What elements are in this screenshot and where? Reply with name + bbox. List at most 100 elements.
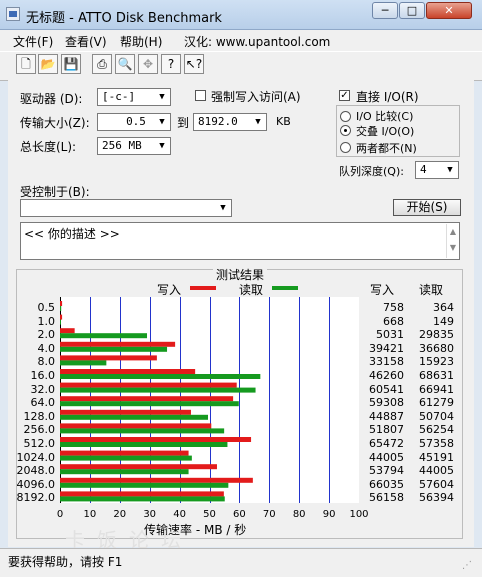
read-bar xyxy=(60,333,148,339)
kb-label: KB xyxy=(276,115,291,128)
chevron-down-icon[interactable]: ▼ xyxy=(443,163,457,177)
controlled-by-label: 受控制于(B): xyxy=(20,185,90,199)
controlled-by-select[interactable]: ▼ xyxy=(20,199,232,217)
new-icon[interactable]: 🗋 xyxy=(16,54,36,74)
write-bar xyxy=(60,328,75,334)
read-value: 15923 xyxy=(419,355,454,369)
write-bar xyxy=(60,491,224,497)
open-icon[interactable]: 📂 xyxy=(38,54,58,74)
read-value: 45191 xyxy=(419,450,454,464)
io-compare-radio[interactable] xyxy=(340,111,351,122)
write-value: 56158 xyxy=(369,491,404,505)
write-value: 668 xyxy=(383,314,404,328)
drive-value: [-c-] xyxy=(102,90,136,103)
context-help-icon[interactable]: ↖? xyxy=(184,54,204,74)
read-bar xyxy=(60,401,239,407)
drive-select[interactable]: [-c-] ▼ xyxy=(97,88,171,106)
write-bar xyxy=(60,301,63,306)
read-legend-label: 读取 xyxy=(239,283,264,297)
write-value: 39421 xyxy=(369,341,404,355)
read-value: 57604 xyxy=(419,477,454,491)
write-legend-label: 写入 xyxy=(157,283,182,297)
chevron-down-icon[interactable]: ▼ xyxy=(155,90,169,104)
move-icon[interactable]: ✥ xyxy=(138,54,158,74)
transfer-size-label: 传输大小(Z): xyxy=(20,116,90,130)
chevron-down-icon[interactable]: ▼ xyxy=(155,139,169,153)
throughput-chart xyxy=(60,297,359,503)
force-write-checkbox[interactable] xyxy=(195,90,206,101)
save-icon[interactable]: 💾 xyxy=(61,54,81,74)
write-bar xyxy=(60,396,234,402)
transfer-to-value: 8192.0 xyxy=(198,115,238,128)
read-bar xyxy=(60,360,107,366)
maximize-button[interactable]: □ xyxy=(399,2,425,19)
write-value: 65472 xyxy=(369,437,404,450)
read-bar xyxy=(60,387,256,393)
overlapped-io-label: 交叠 I/O(O) xyxy=(356,125,415,138)
transfer-size-label: 4096.0 xyxy=(16,477,56,491)
description-scrollbar[interactable]: ▲ ▼ xyxy=(446,224,459,258)
chevron-down-icon[interactable]: ▼ xyxy=(155,115,169,129)
close-button[interactable]: ✕ xyxy=(426,2,472,19)
read-value: 61279 xyxy=(419,396,454,410)
print-preview-icon[interactable]: 🔍 xyxy=(115,54,135,74)
transfer-size-label: 64.0 xyxy=(30,396,56,410)
x-tick-label: 100 xyxy=(349,509,369,520)
write-bar xyxy=(60,382,237,388)
menu-localization-credit: 汉化: www.upantool.com xyxy=(184,35,331,49)
transfer-to-select[interactable]: 8192.0 ▼ xyxy=(193,113,267,131)
write-bar xyxy=(60,477,253,483)
menu-help[interactable]: 帮助(H) xyxy=(120,33,162,50)
x-tick-label: 70 xyxy=(262,509,276,520)
total-length-label: 总长度(L): xyxy=(20,140,77,154)
chevron-down-icon[interactable]: ▼ xyxy=(251,115,265,129)
neither-radio[interactable] xyxy=(340,142,351,153)
force-write-label: 强制写入访问(A) xyxy=(211,90,301,104)
write-bar xyxy=(60,369,196,374)
x-tick-label: 50 xyxy=(203,509,216,520)
write-value: 51807 xyxy=(369,423,404,437)
read-column-header: 读取 xyxy=(419,283,444,297)
write-bar xyxy=(60,355,157,361)
queue-depth-select[interactable]: 4 ▼ xyxy=(415,161,459,179)
chevron-down-icon[interactable]: ▼ xyxy=(216,201,230,215)
read-bar xyxy=(60,482,229,488)
window-title: 无标题 - ATTO Disk Benchmark xyxy=(26,11,222,26)
description-text: << 你的描述 >> xyxy=(24,227,120,241)
resize-grip-icon[interactable]: ⋰ xyxy=(462,560,474,572)
write-value: 44887 xyxy=(369,409,404,423)
x-tick-label: 0 xyxy=(56,509,64,520)
write-value: 5031 xyxy=(376,328,404,342)
write-bar xyxy=(60,314,63,320)
write-bar xyxy=(60,437,252,442)
start-button[interactable]: 开始(S) xyxy=(393,199,461,216)
transfer-from-select[interactable]: 0.5 ▼ xyxy=(97,113,171,131)
overlapped-io-radio[interactable] xyxy=(340,125,351,136)
x-tick-label: 20 xyxy=(113,509,127,520)
queue-depth-value: 4 xyxy=(420,163,427,176)
read-bar xyxy=(60,306,62,311)
read-value: 29835 xyxy=(419,328,454,342)
write-value: 758 xyxy=(383,301,404,314)
menu-view[interactable]: 查看(V) xyxy=(65,33,107,50)
write-value: 53794 xyxy=(369,464,404,478)
read-value: 57358 xyxy=(419,437,454,450)
total-length-select[interactable]: 256 MB ▼ xyxy=(97,137,171,155)
read-value: 149 xyxy=(433,314,454,328)
write-legend-swatch xyxy=(190,286,216,290)
menu-file[interactable]: 文件(F) xyxy=(13,33,53,50)
minimize-button[interactable]: ─ xyxy=(372,2,398,19)
read-value: 50704 xyxy=(419,409,454,423)
read-bar xyxy=(60,469,189,475)
transfer-size-label: 32.0 xyxy=(30,382,56,396)
io-compare-label: I/O 比较(C) xyxy=(356,110,414,123)
x-tick-label: 40 xyxy=(173,509,186,520)
help-icon[interactable]: ? xyxy=(161,54,181,74)
print-icon[interactable]: ⎙ xyxy=(92,54,112,74)
app-icon xyxy=(6,7,20,21)
write-value: 59308 xyxy=(369,396,404,410)
write-bar xyxy=(60,450,189,456)
direct-io-checkbox[interactable]: ✓ xyxy=(339,90,350,101)
x-tick-label: 90 xyxy=(322,509,336,520)
status-text: 要获得帮助，请按 F1 xyxy=(8,555,123,569)
